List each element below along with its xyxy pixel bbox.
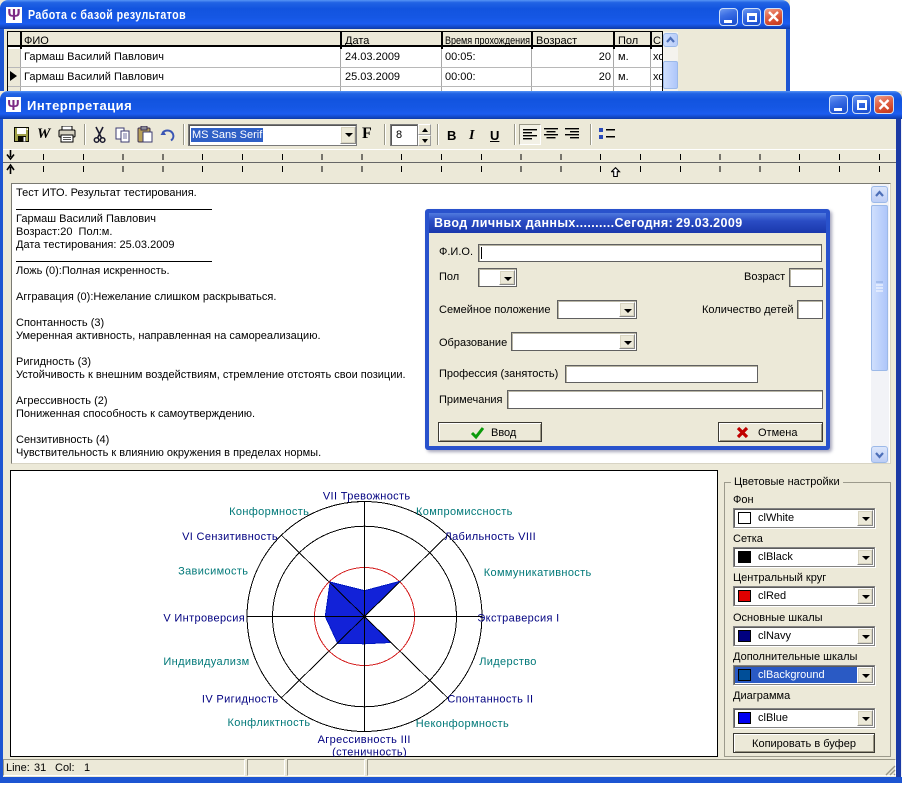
svg-text:Зависимость: Зависимость	[178, 566, 248, 578]
svg-text:Лидерство: Лидерство	[479, 656, 537, 668]
svg-text:(стеничность): (стеничность)	[332, 747, 407, 758]
svg-text:VII Тревожность: VII Тревожность	[323, 491, 411, 503]
svg-text:Индивидуализм: Индивидуализм	[163, 656, 249, 668]
svg-text:Компромиссность: Компромиссность	[416, 506, 513, 518]
svg-text:Неконформность: Неконформность	[416, 718, 509, 730]
svg-text:Конфликтность: Конфликтность	[228, 717, 311, 729]
svg-text:Коммуникативность: Коммуникативность	[484, 567, 592, 579]
svg-text:Конформность: Конформность	[229, 506, 309, 518]
svg-text:Экстраверсия I: Экстраверсия I	[477, 613, 559, 625]
svg-text:IV Ригидность: IV Ригидность	[202, 694, 279, 706]
svg-text:VI Сензитивность: VI Сензитивность	[182, 531, 278, 543]
svg-text:Агрессивность III: Агрессивность III	[318, 734, 411, 746]
svg-text:Лабильность VIII: Лабильность VIII	[445, 531, 537, 543]
svg-text:V Интроверсия: V Интроверсия	[163, 613, 245, 625]
svg-text:Спонтанность II: Спонтанность II	[447, 694, 533, 706]
